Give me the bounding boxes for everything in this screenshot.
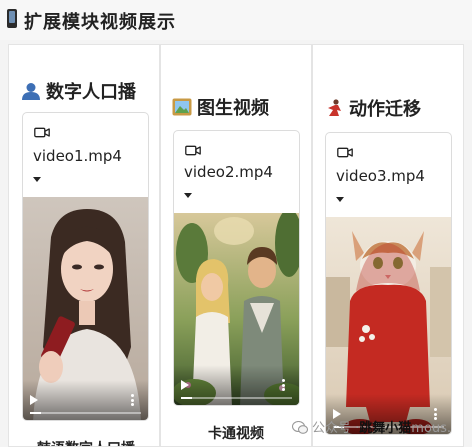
video-camera-icon (337, 147, 353, 158)
more-options-icon[interactable] (131, 394, 134, 406)
person-icon (22, 83, 40, 100)
column-title-text: 动作迁移 (349, 99, 421, 120)
video-caption: 卡通视频 (208, 426, 264, 442)
dancer-icon (328, 99, 341, 116)
video-player[interactable] (23, 197, 148, 420)
chevron-down-icon[interactable] (33, 177, 41, 182)
progress-fill (181, 397, 193, 399)
mobile-phone-icon (7, 9, 17, 28)
video-camera-icon (185, 145, 201, 156)
video-filename: video2.mp4 (184, 163, 273, 181)
play-icon[interactable] (181, 380, 189, 390)
video-filename: video1.mp4 (33, 147, 122, 165)
framed-picture-icon (172, 98, 192, 116)
video-card: video3.mp4 (325, 132, 452, 435)
column-title: 动作迁移 (324, 95, 421, 121)
progress-fill (30, 412, 42, 414)
watermark-suffix: mous. (411, 421, 452, 436)
video-card: video2.mp4 (173, 130, 300, 406)
page-title: 扩展模块视频展示 (24, 12, 176, 33)
video-filename: video3.mp4 (336, 167, 425, 185)
column-title-text: 数字人口播 (46, 82, 136, 103)
video-controls (23, 380, 148, 420)
column-panel-motion-transfer: 动作迁移 video3.mp4 (312, 44, 464, 447)
column-title-text: 图生视频 (197, 98, 269, 119)
wechat-icon (292, 421, 308, 434)
video-camera-icon (34, 127, 50, 138)
column-title: 图生视频 (172, 94, 269, 120)
video-card: video1.mp4 (22, 112, 149, 421)
video-player[interactable] (326, 217, 451, 434)
column-panel-digital-human: 数字人口播 video1.mp4 (8, 44, 160, 447)
watermark: 公众号 ·跳舞小猫mous. (292, 417, 451, 436)
watermark-name: 跳舞小猫 (359, 421, 412, 436)
progress-bar[interactable] (181, 397, 292, 399)
chevron-down-icon[interactable] (336, 197, 344, 202)
video-caption: 韩语数字人口播 (37, 438, 135, 446)
page-header: 扩展模块视频展示 (0, 0, 472, 40)
progress-bar[interactable] (30, 412, 141, 414)
more-options-icon[interactable] (282, 379, 285, 391)
column-title: 数字人口播 (21, 78, 136, 104)
video-player[interactable] (174, 213, 299, 405)
column-panel-image-to-video: 图生视频 video2.mp4 卡通视频 (160, 44, 312, 447)
video-controls (174, 365, 299, 405)
chevron-down-icon[interactable] (184, 193, 192, 198)
watermark-prefix: 公众号 · (312, 421, 360, 436)
play-icon[interactable] (30, 395, 38, 405)
